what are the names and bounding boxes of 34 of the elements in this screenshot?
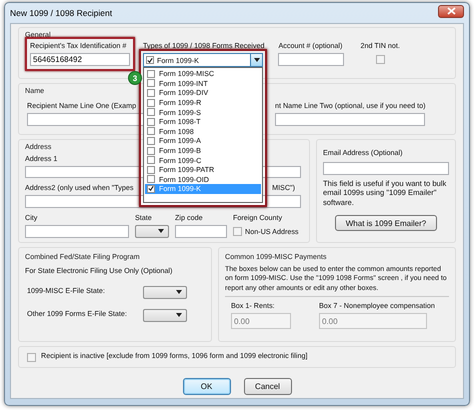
checkbox[interactable] [147,70,155,78]
checkbox[interactable] [376,55,385,64]
checkbox[interactable] [147,156,155,164]
checkbox[interactable] [147,127,155,136]
emailer-info-button[interactable]: What is 1099 Emailer? [334,215,438,232]
checkbox[interactable] [147,166,155,174]
state-dropdown[interactable] [135,224,169,238]
checkbox[interactable] [147,136,155,145]
dropdown-arrow-icon[interactable] [176,313,182,318]
dropdown-arrow-icon[interactable] [176,290,182,294]
checkbox[interactable] [147,98,155,107]
dropdown-arrow-icon[interactable] [158,229,164,234]
name-line-two-field[interactable] [275,112,425,126]
city-field[interactable] [25,224,129,238]
zip-field[interactable] [175,224,227,238]
checkbox[interactable] [233,227,242,236]
tin-field[interactable]: 56465168492 [30,53,130,66]
close-icon[interactable] [446,7,456,15]
checkbox[interactable] [147,88,155,97]
checkbox[interactable] [27,352,36,362]
checkbox[interactable] [147,184,155,193]
account-field[interactable] [278,53,344,66]
checkbox[interactable] [147,79,155,88]
checkbox[interactable] [147,146,155,155]
checkbox[interactable] [146,56,154,64]
checkbox[interactable] [147,118,155,126]
window-title: New 1099 / 1098 Recipient [10,8,112,18]
close-button[interactable] [438,4,464,18]
checkbox[interactable] [147,175,155,184]
step-badge: 3 [128,71,142,85]
email-field[interactable] [323,162,449,175]
cancel-button[interactable]: Cancel [244,378,292,396]
ok-button[interactable]: OK [182,378,230,396]
checkbox[interactable] [147,108,155,116]
